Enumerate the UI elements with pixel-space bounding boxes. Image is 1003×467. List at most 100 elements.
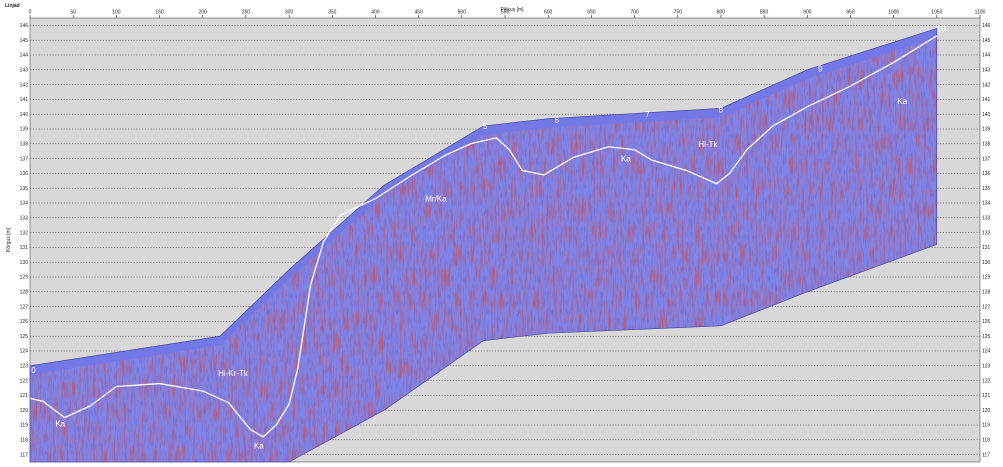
y-tick-label-left: 138 [20,142,29,148]
y-tick-label-right: 118 [982,438,990,444]
annotation-label: Ka [254,442,264,451]
x-tick-label: 850 [760,10,769,16]
annotation-label: Hi-Kr-Tk [218,369,249,378]
y-tick-label-right: 146 [982,23,991,29]
y-tick-label-left: 117 [20,452,28,458]
y-tick-label-left: 135 [20,186,29,192]
x-tick-label: 350 [328,10,337,16]
y-tick-label-left: 124 [20,349,29,355]
y-tick-label-left: 140 [20,112,29,118]
y-tick-label-right: 145 [982,38,991,44]
annotation-label: 5 [483,122,488,131]
y-tick-label-left: 139 [20,127,29,133]
x-tick-label: 250 [242,10,251,16]
y-tick-label-left: 126 [20,319,29,325]
y-tick-label-left: 125 [20,334,29,340]
y-tick-label-left: 141 [20,97,29,103]
y-tick-label-left: 137 [20,156,29,162]
y-tick-label-right: 123 [982,364,991,370]
y-tick-label-left: 130 [20,260,29,266]
y-tick-label-left: 128 [20,290,29,296]
y-tick-label-right: 142 [982,82,991,88]
y-tick-label-left: 118 [20,438,28,444]
y-tick-label-right: 137 [982,156,991,162]
y-tick-label-left: 146 [20,23,29,29]
x-tick-label: 900 [803,10,812,16]
y-tick-label-left: 136 [20,171,29,177]
y-tick-label-left: 131 [20,245,29,251]
y-tick-label-right: 126 [982,319,991,325]
x-tick-label: 1050 [931,10,942,16]
y-tick-label-right: 131 [982,245,991,251]
annotation-label: 8 [719,106,724,115]
y-tick-label-right: 136 [982,171,991,177]
y-tick-label-left: 142 [20,82,29,88]
x-tick-label: 200 [199,10,208,16]
x-tick-label: 700 [630,10,639,16]
y-tick-label-right: 122 [982,378,991,384]
y-tick-label-right: 139 [982,127,991,133]
y-tick-label-right: 125 [982,334,991,340]
annotation-label: 10 [937,24,946,33]
y-tick-label-right: 129 [982,275,991,281]
annotation-label: Mr/Ka [425,195,447,204]
y-tick-label-right: 124 [982,349,991,355]
y-tick-label-left: 127 [20,304,29,310]
y-tick-label-right: 138 [982,142,991,148]
x-tick-label: 650 [587,10,596,16]
x-tick-label: 100 [112,10,121,16]
y-tick-label-left: 134 [20,201,29,207]
y-tick-label-right: 121 [982,393,991,399]
annotation-label: Hi-Tk [698,140,718,149]
y-tick-label-left: 123 [20,364,29,370]
annotation-label: Ka [55,419,65,428]
y-tick-label-right: 144 [982,53,991,59]
x-tick-label: 450 [414,10,423,16]
y-tick-label-right: 119 [982,423,990,429]
x-tick-label: 300 [285,10,294,16]
y-tick-label-left: 143 [20,68,29,74]
x-tick-label: 750 [674,10,683,16]
x-tick-label: 50 [70,10,76,16]
y-tick-label-left: 129 [20,275,29,281]
x-tick-label: 400 [371,10,380,16]
x-tick-label: 500 [458,10,467,16]
seismic-profile-figure: 0 50 100 150 200 250 300 350 400 450 500 550 600 650 7… [0,0,1003,467]
y-tick-label-right: 135 [982,186,991,192]
x-tick-label: 1000 [888,10,899,16]
y-tick-label-left: 119 [20,423,28,429]
x-tick-label: 950 [846,10,855,16]
x-tick-label: 600 [544,10,553,16]
y-tick-label-right: 117 [982,452,990,458]
y-tick-label-right: 133 [982,216,991,222]
corner-label: Linjad [5,3,20,9]
y-tick-label-right: 130 [982,260,991,266]
annotation-label: 7 [645,110,650,119]
y-tick-label-left: 145 [20,38,29,44]
seismic-profile-chart: 0 50 100 150 200 250 300 350 400 450 500 550 600 650 7… [5,3,991,463]
x-tick-label: 800 [717,10,726,16]
y-tick-label-left: 121 [20,393,29,399]
y-tick-label-right: 128 [982,290,991,296]
y-tick-label-right: 134 [982,201,991,207]
annotation-label: Ka [621,155,631,164]
y-tick-label-right: 132 [982,230,991,236]
y-tick-label-right: 143 [982,68,991,74]
y-tick-label-right: 141 [982,97,991,103]
x-tick-label: 150 [155,10,164,16]
y-tick-label-right: 127 [982,304,991,310]
annotation-label: 6 [555,116,560,125]
y-tick-label-left: 133 [20,216,29,222]
annotation-label: Ka [897,97,907,106]
annotation-label: 9 [818,64,823,73]
y-tick-label-left: 122 [20,378,29,384]
y-tick-label-left: 120 [20,408,29,414]
y-tick-label-right: 140 [982,112,991,118]
y-axis-label: Kõrgus [m] [6,227,12,252]
y-tick-label-left: 144 [20,53,29,59]
x-axis-label: Pikkus [m] [500,7,524,13]
x-tick-label: 1100 [975,10,986,16]
y-tick-label-left: 132 [20,230,29,236]
x-tick-label: 0 [29,10,32,16]
y-tick-label-right: 120 [982,408,991,414]
